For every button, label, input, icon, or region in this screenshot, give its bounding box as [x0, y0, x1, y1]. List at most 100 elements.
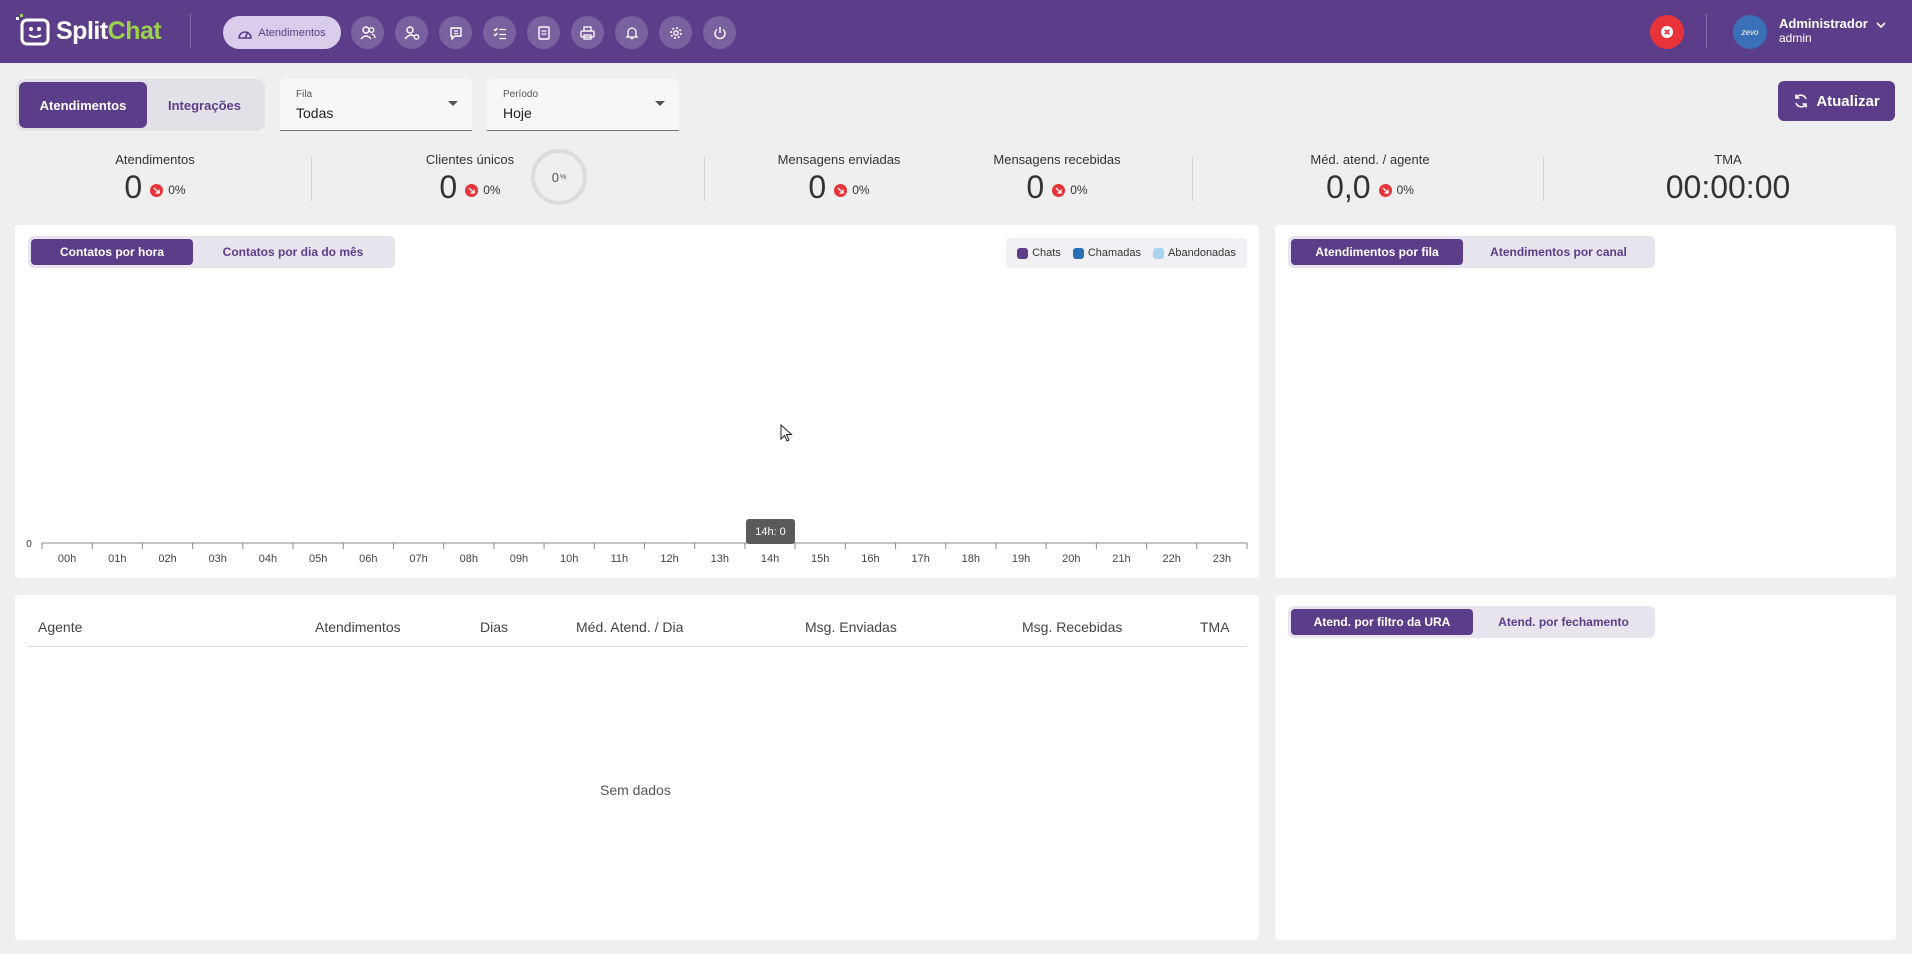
report-icon [537, 25, 550, 40]
chart-legend: Chats Chamadas Abandonadas [1006, 238, 1247, 268]
chevron-down-icon[interactable] [1875, 19, 1887, 31]
empty-state-text: Sem dados [600, 782, 671, 798]
tab-atendimentos[interactable]: Atendimentos [19, 82, 147, 128]
legend-item-chats[interactable]: Chats [1017, 247, 1061, 259]
column-header-atendimentos[interactable]: Atendimentos [315, 619, 401, 635]
stat-mensagens-recebidas: Mensagens recebidas 0 0% [993, 152, 1121, 205]
fila-select[interactable]: Fila Todas [280, 79, 472, 131]
column-header-msg-enviadas[interactable]: Msg. Enviadas [805, 619, 897, 635]
nav-report-button[interactable] [527, 16, 560, 49]
arrow-down-icon [1378, 183, 1392, 197]
ura-chart-card [1275, 595, 1896, 940]
stat-clientes-unicos: Clientes únicos 0 0% [425, 152, 515, 205]
user-info[interactable]: Administrador admin [1779, 17, 1868, 46]
periodo-value: Hoje [503, 105, 532, 121]
tab-atendimentos-por-fila[interactable]: Atendimentos por fila [1291, 239, 1463, 265]
chat-icon [449, 26, 462, 40]
stat-change: 0% [1052, 183, 1088, 197]
avatar[interactable]: zevo [1733, 15, 1767, 49]
x-tick-label: 13h [711, 553, 729, 565]
stat-change: 0% [465, 183, 501, 197]
x-tick-label: 01h [108, 553, 126, 565]
logo-text: SplitChat [56, 16, 162, 45]
caret-down-icon [655, 101, 665, 106]
stat-tma: TMA 00:00:00 [1665, 152, 1791, 205]
divider [190, 14, 191, 48]
stat-change: 0% [1378, 183, 1414, 197]
nav-atendimentos-button[interactable]: Atendimentos [223, 16, 341, 49]
nav-notifications-button[interactable] [615, 16, 648, 49]
x-tick-label: 19h [1012, 553, 1030, 565]
nav-checklist-button[interactable] [483, 16, 516, 49]
nav-print-button[interactable] [571, 16, 604, 49]
x-tick-label: 12h [660, 553, 678, 565]
tab-integracoes[interactable]: Integrações [147, 82, 262, 128]
column-header-media-atend-dia[interactable]: Méd. Atend. / Dia [576, 619, 683, 635]
stat-value: 0 [124, 169, 143, 205]
x-tick-label: 17h [911, 553, 929, 565]
chart-tabs: Contatos por hora Contatos por dia do mê… [28, 236, 395, 268]
queue-tabs: Atendimentos por fila Atendimentos por c… [1288, 236, 1655, 268]
nav-chat-button[interactable] [439, 16, 472, 49]
tab-atend-por-fechamento[interactable]: Atend. por fechamento [1475, 609, 1652, 635]
stat-change: 0% [834, 183, 870, 197]
divider [1192, 157, 1193, 201]
tab-atend-por-filtro-ura[interactable]: Atend. por filtro da URA [1291, 609, 1473, 635]
checklist-icon [493, 27, 506, 39]
stat-value: 0,0 [1326, 169, 1371, 205]
column-header-msg-recebidas[interactable]: Msg. Recebidas [1022, 619, 1122, 635]
mouse-cursor-icon [780, 424, 793, 442]
ura-tabs: Atend. por filtro da URA Atend. por fech… [1288, 606, 1655, 638]
periodo-select[interactable]: Período Hoje [487, 79, 679, 131]
tab-atendimentos-por-canal[interactable]: Atendimentos por canal [1465, 239, 1652, 265]
nav-user-settings-button[interactable] [395, 16, 428, 49]
hourly-chart: 0 00h 01h 02h 03h 04h 05h 06h 07h 08h 09h 10h 11h 12h… [26, 539, 1248, 565]
fila-label: Fila [296, 89, 313, 100]
gear-icon [669, 26, 682, 39]
power-icon [713, 26, 726, 39]
view-switch: Atendimentos Integrações [16, 79, 265, 131]
arrow-down-icon [1052, 183, 1066, 197]
refresh-icon [1795, 94, 1808, 108]
divider [704, 157, 705, 201]
legend-item-abandonadas[interactable]: Abandonadas [1153, 247, 1236, 259]
status-alert-button[interactable] [1650, 15, 1684, 49]
tab-contatos-por-dia[interactable]: Contatos por dia do mês [195, 239, 391, 265]
caret-down-icon [448, 101, 458, 106]
table-header-divider [27, 646, 1247, 647]
dashboard-icon [238, 30, 253, 39]
x-tick-label: 03h [209, 553, 227, 565]
x-tick-label: 22h [1163, 553, 1181, 565]
divider [1543, 157, 1544, 201]
column-header-tma[interactable]: TMA [1200, 619, 1230, 635]
periodo-label: Período [503, 89, 539, 100]
x-tick-label: 07h [409, 553, 427, 565]
splitchat-logo[interactable]: SplitChat [16, 12, 162, 50]
x-tick-label: 18h [962, 553, 980, 565]
nav-settings-button[interactable] [659, 16, 692, 49]
refresh-button[interactable]: Atualizar [1778, 81, 1895, 121]
column-header-dias[interactable]: Dias [480, 619, 508, 635]
x-tick-label: 00h [58, 553, 76, 565]
nav-logout-button[interactable] [703, 16, 736, 49]
x-tick-label: 21h [1112, 553, 1130, 565]
stat-value: 00:00:00 [1665, 169, 1791, 205]
nav-contacts-button[interactable] [351, 16, 384, 49]
x-tick-label: 20h [1062, 553, 1080, 565]
x-tick-label: 15h [811, 553, 829, 565]
stat-atendimentos: Atendimentos 0 0% [115, 152, 195, 205]
arrow-down-icon [465, 183, 479, 197]
legend-item-chamadas[interactable]: Chamadas [1072, 247, 1141, 259]
column-header-agente[interactable]: Agente [38, 619, 82, 635]
x-tick-label: 10h [560, 553, 578, 565]
x-tick-label: 09h [510, 553, 528, 565]
tab-contatos-por-hora[interactable]: Contatos por hora [31, 239, 193, 265]
chart-tooltip: 14h: 0 [746, 519, 795, 544]
divider [311, 157, 312, 201]
arrow-down-icon [834, 183, 848, 197]
stat-change: 0% [150, 183, 186, 197]
bell-icon [624, 26, 639, 39]
x-tick-label: 04h [259, 553, 277, 565]
close-circle-icon [1661, 26, 1673, 38]
refresh-label: Atualizar [1816, 92, 1880, 110]
